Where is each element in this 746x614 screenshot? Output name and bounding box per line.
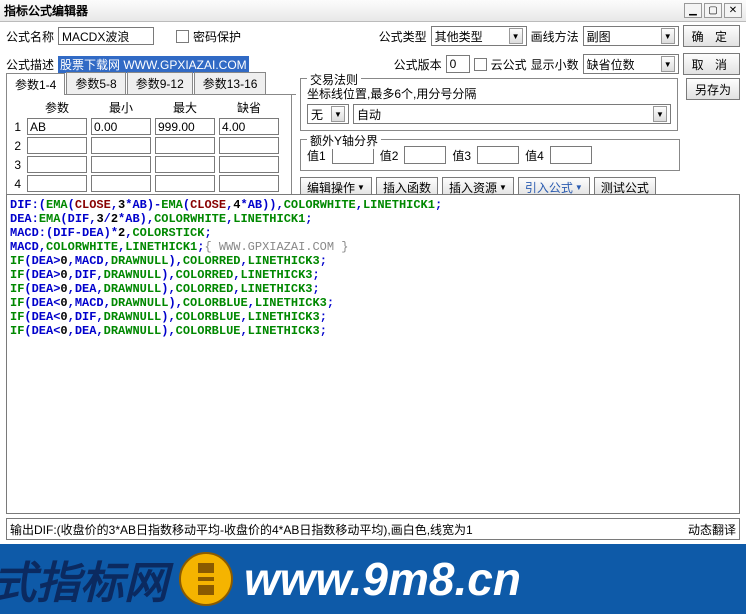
chevron-down-icon: ▼ xyxy=(499,183,507,192)
trade-rule-select[interactable]: 无▼ xyxy=(307,104,349,124)
chevron-down-icon: ▼ xyxy=(357,183,365,192)
param-min-input[interactable] xyxy=(91,156,151,173)
extra-y-legend: 额外Y轴分界 xyxy=(307,132,381,149)
close-button[interactable]: ✕ xyxy=(724,3,742,18)
cloud-checkbox[interactable] xyxy=(474,58,487,71)
param-max-input[interactable] xyxy=(155,175,215,192)
val2-label: 值2 xyxy=(380,147,399,164)
ok-button[interactable]: 确 定 xyxy=(683,25,740,47)
window-title: 指标公式编辑器 xyxy=(4,2,682,19)
chevron-down-icon: ▼ xyxy=(653,106,667,122)
val1-label: 值1 xyxy=(307,147,326,164)
param-header: 参数 xyxy=(27,99,87,116)
dynamic-translate-label[interactable]: 动态翻译 xyxy=(688,521,736,538)
param-max-input[interactable] xyxy=(155,118,215,135)
chevron-down-icon: ▼ xyxy=(331,106,345,122)
param-def-input[interactable] xyxy=(219,118,279,135)
show-dec-value: 缺省位数 xyxy=(587,56,635,73)
param-tab[interactable]: 参数5-8 xyxy=(66,72,125,94)
save-as-button[interactable]: 另存为 xyxy=(686,78,740,100)
param-def-input[interactable] xyxy=(219,156,279,173)
password-label: 密码保护 xyxy=(193,28,241,45)
param-row-num: 3 xyxy=(11,158,23,172)
show-dec-label: 显示小数 xyxy=(531,56,579,73)
param-def-input[interactable] xyxy=(219,137,279,154)
param-name-input[interactable] xyxy=(27,156,87,173)
param-name-input[interactable] xyxy=(27,118,87,135)
watermark-banner: 式指标网 www.9m8.cn xyxy=(0,544,746,614)
param-header: 最小 xyxy=(91,99,151,116)
show-dec-select[interactable]: 缺省位数 ▼ xyxy=(583,54,679,74)
param-name-input[interactable] xyxy=(27,175,87,192)
val3-input[interactable] xyxy=(477,146,519,164)
chevron-down-icon: ▼ xyxy=(661,28,675,44)
formula-name-label: 公式名称 xyxy=(6,28,54,45)
password-checkbox[interactable] xyxy=(176,30,189,43)
val4-label: 值4 xyxy=(525,147,544,164)
param-row-num: 2 xyxy=(11,139,23,153)
chevron-down-icon: ▼ xyxy=(661,56,675,72)
param-min-input[interactable] xyxy=(91,175,151,192)
coord-select[interactable]: 自动▼ xyxy=(353,104,671,124)
param-tab[interactable]: 参数13-16 xyxy=(194,72,267,94)
formula-type-label: 公式类型 xyxy=(379,28,427,45)
maximize-button[interactable]: ▢ xyxy=(704,3,722,18)
draw-method-select[interactable]: 副图 ▼ xyxy=(583,26,679,46)
chevron-down-icon: ▼ xyxy=(509,28,523,44)
param-min-input[interactable] xyxy=(91,118,151,135)
logo-icon xyxy=(178,551,234,607)
cloud-label: 云公式 xyxy=(491,56,527,73)
param-max-input[interactable] xyxy=(155,156,215,173)
param-def-input[interactable] xyxy=(219,175,279,192)
status-text: 输出DIF:(收盘价的3*AB日指数移动平均-收盘价的4*AB日指数移动平均),… xyxy=(10,521,473,538)
formula-ver-label: 公式版本 xyxy=(394,56,442,73)
cancel-button[interactable]: 取 消 xyxy=(683,53,740,75)
draw-method-value: 副图 xyxy=(587,28,611,45)
val2-input[interactable] xyxy=(404,146,446,164)
trade-rule-legend: 交易法则 xyxy=(307,71,361,88)
val4-input[interactable] xyxy=(550,146,592,164)
chevron-down-icon: ▼ xyxy=(575,183,583,192)
param-header: 最大 xyxy=(155,99,215,116)
val3-label: 值3 xyxy=(452,147,471,164)
formula-name-input[interactable] xyxy=(58,27,154,45)
param-tab[interactable]: 参数9-12 xyxy=(127,72,193,94)
param-header: 缺省 xyxy=(219,99,279,116)
param-row-num: 1 xyxy=(11,120,23,134)
param-row-num: 4 xyxy=(11,177,23,191)
param-max-input[interactable] xyxy=(155,137,215,154)
coord-hint: 坐标线位置,最多6个,用分号分隔 xyxy=(307,85,671,102)
watermark-url: www.9m8.cn xyxy=(244,552,521,606)
minimize-button[interactable]: ▁ xyxy=(684,3,702,18)
watermark-left-text: 式指标网 xyxy=(0,547,168,611)
formula-type-select[interactable]: 其他类型 ▼ xyxy=(431,26,527,46)
formula-type-value: 其他类型 xyxy=(435,28,483,45)
formula-ver-input[interactable] xyxy=(446,55,470,73)
draw-method-label: 画线方法 xyxy=(531,28,579,45)
param-tab[interactable]: 参数1-4 xyxy=(6,73,65,95)
param-min-input[interactable] xyxy=(91,137,151,154)
param-name-input[interactable] xyxy=(27,137,87,154)
code-editor[interactable]: DIF:(EMA(CLOSE,3*AB)-EMA(CLOSE,4*AB)),CO… xyxy=(6,194,740,514)
